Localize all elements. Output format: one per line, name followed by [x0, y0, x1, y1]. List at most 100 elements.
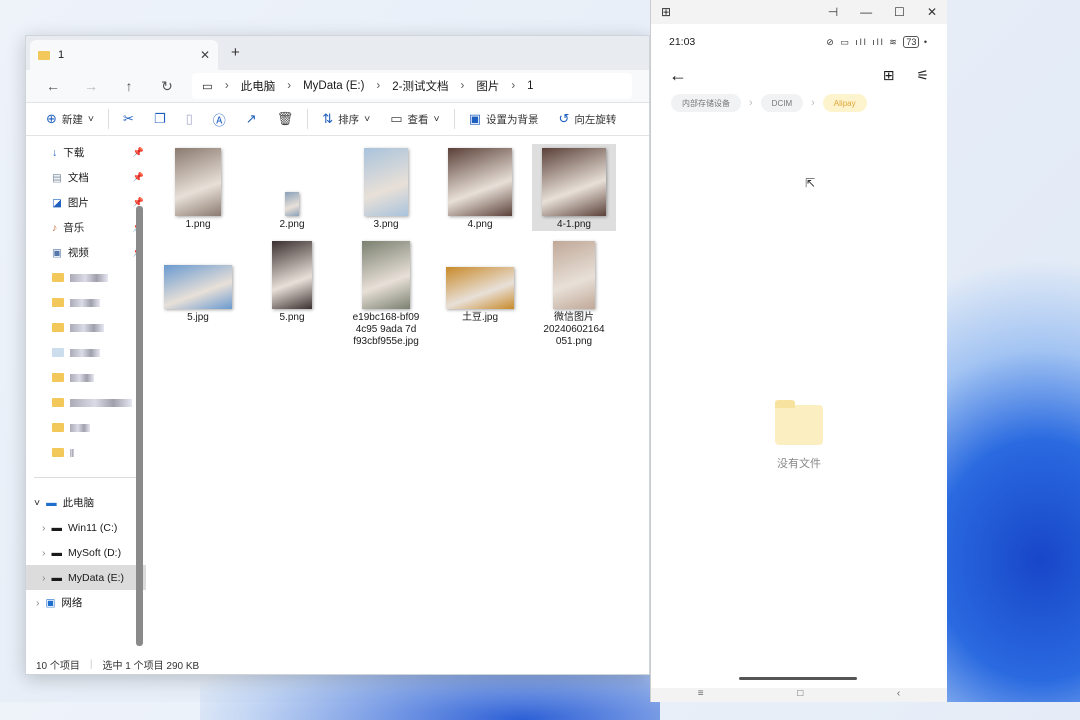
up-button[interactable]: ↑: [110, 78, 148, 94]
file-item[interactable]: 土豆.jpg: [438, 237, 522, 324]
share-button[interactable]: ↗: [236, 111, 267, 127]
share-icon: ↗: [245, 111, 257, 126]
crumb-internal-storage[interactable]: 内部存储设备: [671, 94, 741, 112]
download-icon: ↓: [52, 146, 58, 159]
new-tab-button[interactable]: +: [231, 44, 240, 61]
file-item[interactable]: 5.png: [250, 237, 334, 324]
file-name: 2.png: [279, 219, 305, 230]
rotate-left-button[interactable]: ↺ 向左旋转: [548, 111, 626, 127]
back-button[interactable]: ‹: [897, 688, 900, 702]
file-item[interactable]: e19bc168-bf09 4c95 9ada 7d f93cbf955e.jp…: [344, 237, 428, 348]
clock: 21:03: [669, 36, 696, 48]
folder-icon: [52, 323, 64, 332]
file-item[interactable]: 2.png: [250, 144, 334, 231]
file-name: 4.png: [467, 219, 493, 230]
file-icon: [52, 348, 64, 357]
crumb-dcim[interactable]: DCIM: [760, 94, 804, 112]
breadcrumb-item[interactable]: 此电脑: [241, 78, 276, 94]
sidebar-item-folder[interactable]: [26, 390, 146, 415]
sidebar-item-videos[interactable]: ▣视频📌: [26, 240, 146, 265]
sidebar-item-folder[interactable]: [26, 265, 146, 290]
maximize-button[interactable]: ☐: [894, 5, 905, 19]
thumbnail: [272, 241, 312, 309]
file-item[interactable]: 1.png: [156, 144, 240, 231]
copy-button[interactable]: ❐: [144, 111, 176, 127]
pin-icon: 📌: [132, 147, 144, 157]
file-name: 微信图片 20240602164 051.png: [543, 312, 605, 347]
file-item[interactable]: 微信图片 20240602164 051.png: [532, 237, 616, 348]
back-button[interactable]: ←: [34, 78, 72, 94]
file-name: e19bc168-bf09 4c95 9ada 7d f93cbf955e.jp…: [352, 312, 420, 347]
chevron-down-icon: ˅: [34, 496, 41, 509]
sidebar-item-folder[interactable]: [26, 290, 146, 315]
plus-circle-icon: ⊕: [46, 111, 57, 126]
file-explorer-window: 1 ✕ + ← → ↑ ↻ ▭ › 此电脑 › MyData (E:) › 2-测试文档…: [25, 35, 650, 675]
new-folder-icon[interactable]: ⊞: [883, 67, 895, 84]
close-tab-icon[interactable]: ✕: [200, 48, 210, 62]
menu-button[interactable]: ≡: [698, 688, 704, 702]
cut-button[interactable]: ✂: [113, 111, 144, 127]
chevron-right-icon: ›: [42, 521, 46, 534]
breadcrumb-item[interactable]: 图片: [476, 78, 499, 94]
document-icon: ▤: [52, 171, 62, 184]
chevron-right-icon: ›: [42, 571, 46, 584]
refresh-button[interactable]: ↻: [148, 78, 186, 95]
forward-button[interactable]: →: [72, 78, 110, 94]
sort-button[interactable]: ⇅ 排序 ˅: [312, 111, 380, 127]
thumbnail: [446, 267, 514, 309]
crumb-alipay[interactable]: Alipay: [822, 94, 867, 112]
sidebar-item-folder[interactable]: [26, 415, 146, 440]
file-item[interactable]: 3.png: [344, 144, 428, 231]
delete-button[interactable]: 🗑: [267, 111, 304, 127]
folder-icon: [52, 273, 64, 282]
video-icon: ▣: [52, 246, 62, 259]
filter-settings-icon[interactable]: ⚟: [916, 67, 929, 84]
sidebar-item-folder[interactable]: [26, 440, 146, 465]
pin-icon[interactable]: ⊣: [828, 5, 838, 19]
network-icon: ▣: [45, 596, 56, 609]
sidebar-item-music[interactable]: ♪音乐📌: [26, 215, 146, 240]
home-button[interactable]: □: [797, 688, 803, 702]
sidebar-item-drive-c[interactable]: › ▬ Win11 (C:): [26, 515, 146, 540]
address-bar[interactable]: ▭ › 此电脑 › MyData (E:) › 2-测试文档 › 图片 › 1: [192, 73, 632, 99]
chevron-right-icon: ›: [42, 546, 46, 559]
sidebar-item-folder[interactable]: [26, 340, 146, 365]
thumbnail: [164, 265, 232, 309]
chevron-right-icon: ›: [36, 596, 40, 609]
sidebar-item-drive-e[interactable]: › ▬ MyData (E:): [26, 565, 146, 590]
set-background-button[interactable]: ▣ 设置为背景: [459, 111, 549, 127]
sidebar-item-folder[interactable]: [26, 315, 146, 340]
computer-icon: ▬: [46, 496, 57, 509]
gesture-bar[interactable]: [739, 677, 857, 680]
paste-icon: ▯: [185, 111, 193, 126]
sidebar-item-drive-d[interactable]: › ▬ MySoft (D:): [26, 540, 146, 565]
phone-add-icon[interactable]: ⊞: [661, 5, 671, 19]
breadcrumb-item[interactable]: 2-测试文档: [392, 78, 448, 94]
empty-state: 没有文件: [651, 400, 947, 471]
sidebar-item-folder[interactable]: [26, 365, 146, 390]
paste-button[interactable]: ▯: [176, 111, 203, 127]
pin-icon: 📌: [132, 172, 144, 182]
sidebar-item-downloads[interactable]: ↓ 下载 📌: [26, 140, 146, 165]
folder-icon: [52, 423, 64, 432]
breadcrumb-item[interactable]: MyData (E:): [303, 80, 364, 92]
minimize-button[interactable]: —: [860, 5, 872, 19]
item-count: 10 个项目: [36, 660, 80, 672]
file-item[interactable]: 4-1.png: [532, 144, 616, 231]
file-item[interactable]: 5.jpg: [156, 237, 240, 324]
tab-1[interactable]: 1 ✕: [30, 40, 218, 70]
view-button[interactable]: ▭ 查看 ˅: [380, 111, 449, 127]
new-button[interactable]: ⊕ 新建 ˅: [36, 111, 104, 127]
sidebar-item-network[interactable]: › ▣ 网络: [26, 590, 146, 615]
folder-icon: [38, 50, 50, 60]
rename-button[interactable]: Ⓐ: [203, 110, 236, 129]
back-arrow-icon[interactable]: ←: [669, 65, 687, 86]
picture-icon: ◪: [52, 196, 62, 209]
sidebar-item-this-pc[interactable]: ˅ ▬ 此电脑: [26, 490, 146, 515]
breadcrumb-item[interactable]: 1: [527, 80, 533, 92]
sidebar-item-documents[interactable]: ▤ 文档 📌: [26, 165, 146, 190]
close-button[interactable]: ✕: [927, 5, 937, 19]
sidebar-item-pictures[interactable]: ◪ 图片 📌: [26, 190, 146, 215]
file-item[interactable]: 4.png: [438, 144, 522, 231]
sidebar-scrollbar[interactable]: [136, 206, 143, 646]
